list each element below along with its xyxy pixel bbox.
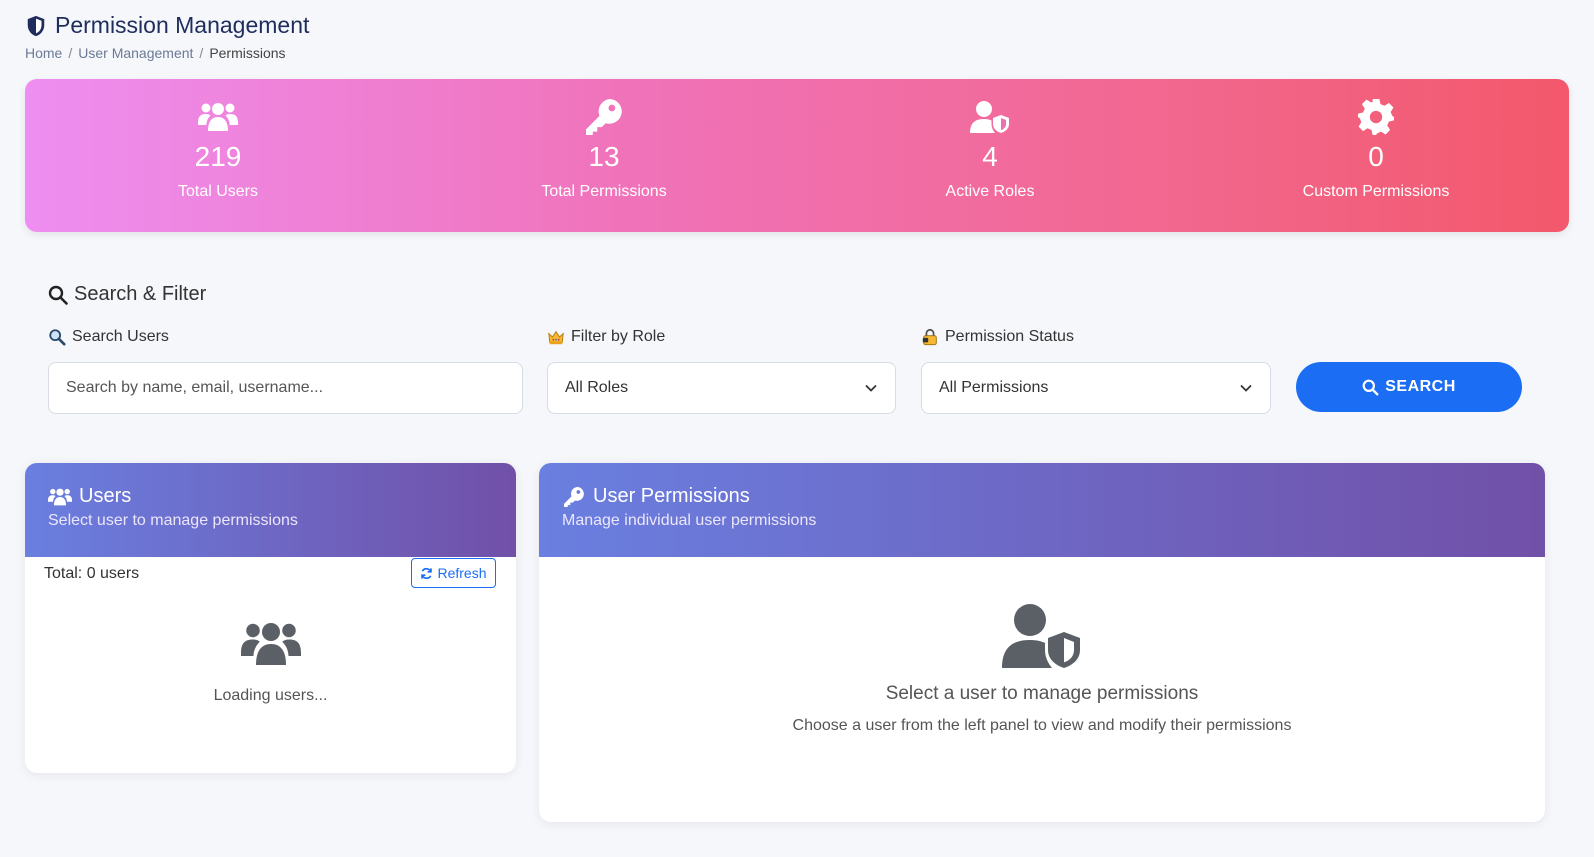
permission-status-value: All Permissions — [939, 379, 1049, 396]
breadcrumb-user-management[interactable]: User Management — [78, 45, 193, 61]
key-icon — [586, 99, 622, 135]
filter-title-text: Search & Filter — [74, 283, 207, 305]
users-panel-title: Users — [48, 485, 493, 508]
loading-message: Loading users... — [213, 687, 328, 704]
shield-icon — [27, 15, 45, 36]
stat-value: 219 — [194, 141, 242, 172]
permission-status-field: Permission Status All Permissions — [921, 326, 1271, 414]
users-panel-subtitle: Select user to manage permissions — [48, 512, 298, 529]
key-icon — [564, 486, 584, 507]
permission-status-select[interactable]: All Permissions — [921, 362, 1271, 414]
role-select-value: All Roles — [565, 379, 629, 396]
user-permissions-panel: User Permissions Manage individual user … — [539, 463, 1545, 822]
empty-state-title: Select a user to manage permissions — [885, 683, 1199, 704]
stat-value: 4 — [982, 141, 998, 172]
users-panel-header: Users Select user to manage permissions — [25, 463, 516, 557]
chevron-down-icon — [1240, 384, 1252, 392]
role-filter-field: Filter by Role All Roles — [547, 326, 896, 414]
breadcrumb-separator: / — [68, 45, 73, 61]
gear-icon — [1358, 99, 1394, 135]
search-icon — [1362, 379, 1379, 395]
filter-row: Search Users Search by name, email, user… — [48, 326, 1522, 416]
chevron-down-icon — [865, 384, 877, 392]
page-title-text: Permission Management — [55, 12, 310, 38]
breadcrumb-home[interactable]: Home — [25, 45, 62, 61]
users-icon — [198, 103, 238, 131]
users-icon — [48, 488, 72, 505]
search-button-label: SEARCH — [1385, 378, 1456, 395]
crown-icon — [548, 330, 564, 345]
refresh-button[interactable]: Refresh — [411, 558, 496, 588]
user-shield-icon — [970, 101, 1009, 133]
search-users-label: Search Users — [48, 326, 523, 348]
magnifier-icon — [49, 329, 66, 346]
permissions-panel-title: User Permissions — [562, 485, 1522, 508]
permission-status-label: Permission Status — [921, 326, 1271, 348]
users-toolbar: Total: 0 users Refresh — [25, 557, 516, 591]
refresh-label: Refresh — [437, 565, 487, 581]
role-filter-label: Filter by Role — [547, 326, 896, 348]
stat-label: Total Users — [177, 183, 259, 200]
refresh-icon — [421, 567, 433, 579]
stat-value: 13 — [588, 141, 620, 172]
stat-custom-permissions: 0 Custom Permissions — [1183, 79, 1569, 232]
user-shield-icon — [1002, 604, 1080, 668]
search-icon — [48, 285, 68, 305]
stat-total-permissions: 13 Total Permissions — [411, 79, 797, 232]
empty-state-description: Choose a user from the left panel to vie… — [792, 717, 1292, 734]
stats-banner: 219 Total Users 13 Total Permissions 4 A… — [25, 79, 1569, 232]
users-icon — [240, 623, 301, 665]
filter-title: Search & Filter — [48, 283, 1522, 306]
stat-label: Custom Permissions — [1302, 183, 1450, 200]
stat-label: Active Roles — [945, 183, 1035, 200]
role-select[interactable]: All Roles — [547, 362, 896, 414]
breadcrumb-separator: / — [199, 45, 204, 61]
page-header: Permission Management Home / User Manage… — [25, 12, 309, 61]
users-total: Total: 0 users — [44, 565, 140, 582]
users-panel: Users Select user to manage permissions … — [25, 463, 516, 773]
search-button[interactable]: SEARCH — [1296, 362, 1522, 412]
lock-icon — [922, 328, 937, 346]
permissions-panel-subtitle: Manage individual user permissions — [562, 512, 817, 529]
permissions-panel-header: User Permissions Manage individual user … — [539, 463, 1545, 557]
search-filter-section: Search & Filter Search Users Search by n… — [48, 283, 1522, 416]
permissions-empty-state: Select a user to manage permissions Choo… — [539, 603, 1545, 735]
stat-label: Total Permissions — [541, 183, 667, 200]
breadcrumb-permissions: Permissions — [209, 45, 286, 61]
breadcrumb: Home / User Management / Permissions — [25, 45, 309, 61]
search-users-field: Search Users Search by name, email, user… — [48, 326, 523, 414]
stat-value: 0 — [1368, 141, 1384, 172]
stat-active-roles: 4 Active Roles — [797, 79, 1183, 232]
page-title: Permission Management — [25, 12, 309, 39]
search-input[interactable]: Search by name, email, username... — [48, 362, 523, 414]
users-loading-state: Loading users... — [25, 619, 516, 705]
stat-total-users: 219 Total Users — [25, 79, 411, 232]
